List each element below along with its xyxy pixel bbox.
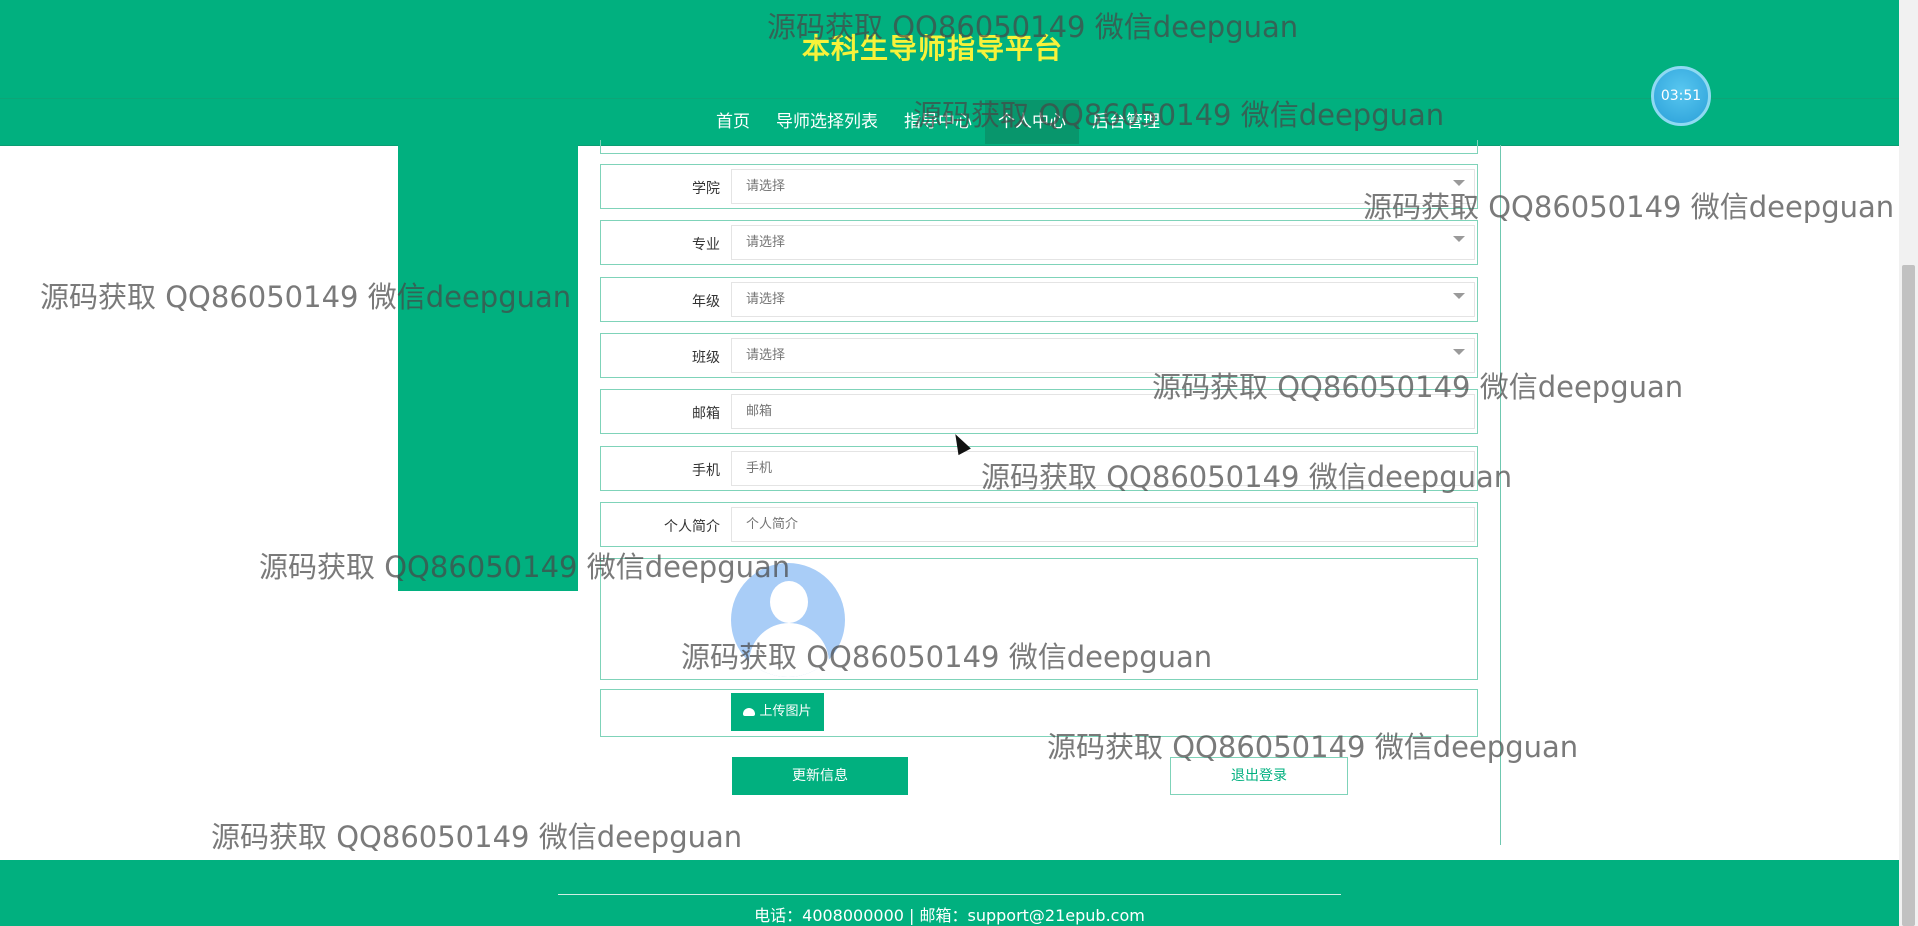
site-title: 本科生导师指导平台 (801, 32, 1063, 65)
watermark: 源码获取 QQ86050149 微信deepguan (211, 820, 743, 854)
avatar (731, 563, 845, 677)
form-row-grade: 年级 请选择 (600, 277, 1478, 322)
grade-select[interactable]: 请选择 (731, 282, 1475, 317)
form-row-major: 专业 请选择 (600, 220, 1478, 265)
bio-field[interactable]: 个人简介 (731, 507, 1475, 542)
upload-row: 上传图片 (600, 689, 1478, 737)
bio-label: 个人简介 (664, 519, 720, 535)
form-row-partial (600, 140, 1478, 154)
class-label: 班级 (692, 350, 720, 366)
form-row-college: 学院 请选择 (600, 164, 1478, 209)
major-label: 专业 (692, 237, 720, 253)
chevron-down-icon (1453, 293, 1465, 299)
content-divider (1500, 145, 1501, 845)
chevron-down-icon (1453, 349, 1465, 355)
email-label: 邮箱 (692, 406, 720, 422)
nav-divider (0, 98, 1899, 99)
logout-button[interactable]: 退出登录 (1170, 757, 1348, 795)
main-nav: 首页 导师选择列表 指导中心 个人中心 后台管理 (0, 100, 1899, 144)
class-select[interactable]: 请选择 (731, 338, 1475, 373)
sidebar-panel (398, 145, 578, 591)
nav-item-tutor-list[interactable]: 导师选择列表 (763, 100, 891, 144)
avatar-row (600, 558, 1478, 680)
footer-divider (558, 894, 1341, 895)
scrollbar-thumb[interactable] (1902, 265, 1915, 926)
phone-field[interactable]: 手机 (731, 451, 1475, 486)
form-row-bio: 个人简介 个人简介 (600, 502, 1478, 547)
page-scrollbar[interactable] (1899, 0, 1918, 926)
form-row-email: 邮箱 邮箱 (600, 389, 1478, 434)
site-header: 本科生导师指导平台 首页 导师选择列表 指导中心 个人中心 后台管理 03:51 (0, 0, 1899, 146)
update-info-button[interactable]: 更新信息 (732, 757, 908, 795)
grade-label: 年级 (692, 294, 720, 310)
college-select[interactable]: 请选择 (731, 169, 1475, 204)
nav-item-profile[interactable]: 个人中心 (985, 100, 1079, 144)
upload-label: 上传图片 (759, 704, 812, 719)
timer-widget[interactable]: 03:51 (1651, 66, 1711, 126)
site-footer: 电话：4008000000 | 邮箱：support@21epub.com (0, 860, 1899, 926)
email-field[interactable]: 邮箱 (731, 394, 1475, 429)
footer-contact: 电话：4008000000 | 邮箱：support@21epub.com (754, 906, 1145, 925)
nav-item-guidance[interactable]: 指导中心 (891, 100, 985, 144)
chevron-down-icon (1453, 180, 1465, 186)
nav-item-home[interactable]: 首页 (703, 100, 763, 144)
upload-image-button[interactable]: 上传图片 (731, 693, 824, 731)
form-row-phone: 手机 手机 (600, 446, 1478, 491)
phone-label: 手机 (692, 463, 720, 479)
nav-item-admin[interactable]: 后台管理 (1079, 100, 1173, 144)
chevron-down-icon (1453, 236, 1465, 242)
form-row-class: 班级 请选择 (600, 333, 1478, 378)
cloud-upload-icon (743, 707, 756, 716)
college-label: 学院 (692, 181, 720, 197)
major-select[interactable]: 请选择 (731, 225, 1475, 260)
